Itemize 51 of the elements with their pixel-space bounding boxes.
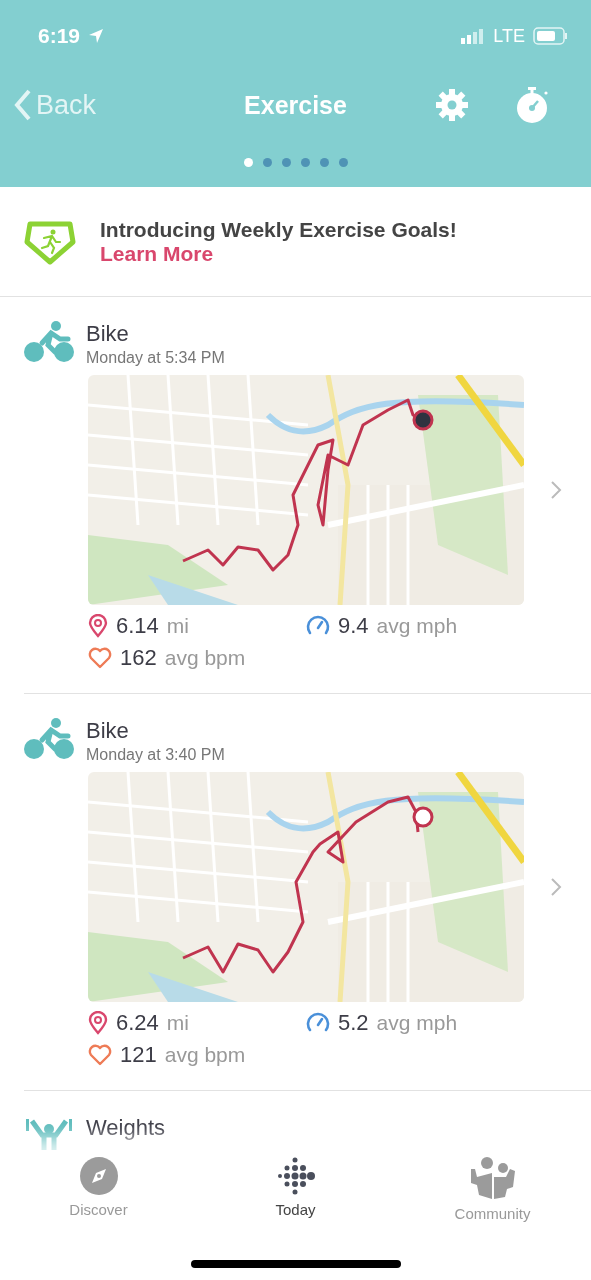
page-dot[interactable]	[338, 158, 348, 167]
page-dot[interactable]	[243, 158, 253, 167]
stat-unit: mi	[166, 614, 189, 638]
tab-bar-item[interactable]: Community	[412, 1156, 573, 1280]
stat-value: 6.14	[116, 613, 159, 639]
stat-unit: mi	[166, 1011, 189, 1035]
tab-bar-item[interactable]: Discover	[18, 1156, 179, 1280]
location-arrow-icon	[88, 28, 105, 44]
stat-unit: avg mph	[376, 1011, 458, 1035]
chevron-right-icon[interactable]	[550, 480, 562, 500]
battery-icon	[533, 27, 569, 45]
heart-icon	[88, 1044, 112, 1066]
tab-bar-item[interactable]: Today	[215, 1156, 376, 1280]
stat-unit: avg mph	[376, 614, 458, 638]
page-dot[interactable]	[300, 158, 310, 167]
network-label: LTE	[493, 25, 525, 47]
stat-value: 121	[120, 1042, 157, 1068]
dot-grid-icon	[276, 1157, 315, 1195]
page-dot[interactable]	[262, 158, 272, 167]
speedometer-icon	[306, 1012, 330, 1034]
activity-name: Bike	[86, 718, 130, 744]
location-pin-icon	[88, 614, 108, 638]
stat-value: 9.4	[338, 613, 369, 639]
settings-icon[interactable]	[435, 88, 469, 122]
chevron-right-icon[interactable]	[550, 877, 562, 897]
stat-value: 6.24	[116, 1010, 159, 1036]
heart-icon	[88, 647, 112, 669]
location-pin-icon	[88, 1011, 108, 1035]
stat-value: 162	[120, 645, 157, 671]
back-button[interactable]: Back	[14, 89, 97, 121]
status-time: 6:19	[38, 24, 81, 48]
page-dot[interactable]	[281, 158, 291, 167]
speedometer-icon	[306, 615, 330, 637]
chevron-left-icon	[14, 89, 32, 121]
stat-unit: avg bpm	[164, 646, 246, 670]
learn-more-link[interactable]: Learn More	[100, 241, 457, 266]
activity-name: Weights	[86, 1115, 166, 1141]
signal-icon	[461, 28, 486, 44]
page-dot[interactable]	[319, 158, 329, 167]
people-icon	[468, 1157, 517, 1199]
screen-title: Exercise	[244, 90, 347, 120]
compass-icon	[79, 1157, 118, 1195]
stat-unit: avg bpm	[164, 1043, 246, 1067]
stat-value: 5.2	[338, 1010, 369, 1036]
activity-name: Bike	[86, 321, 130, 347]
activity-time: Monday at 5:34 PM	[86, 349, 225, 367]
stopwatch-icon[interactable]	[515, 87, 549, 123]
cyclist-icon	[24, 321, 74, 363]
cyclist-icon	[24, 718, 74, 760]
banner-title: Introducing Weekly Exercise Goals!	[100, 217, 457, 242]
activity-time: Monday at 3:40 PM	[86, 746, 225, 764]
